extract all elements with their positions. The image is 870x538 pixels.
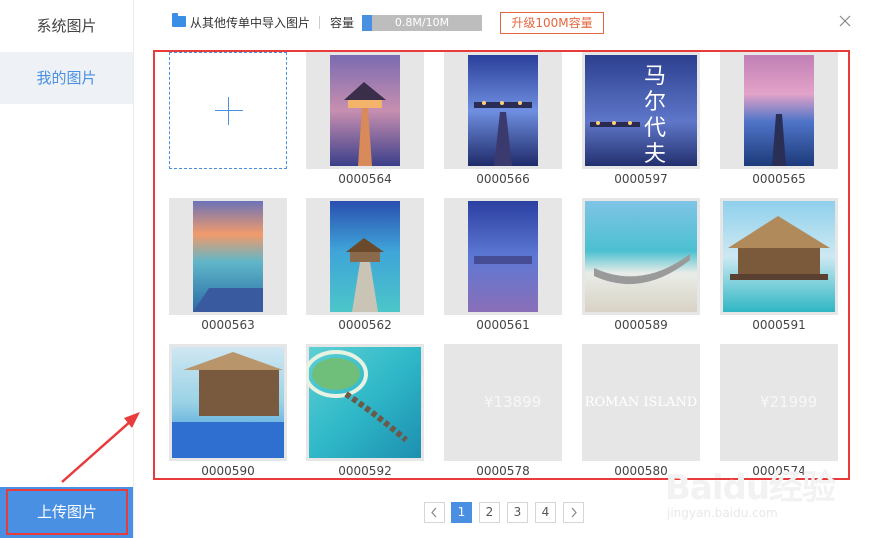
image-label: 0000591 — [752, 318, 806, 332]
plus-icon — [215, 110, 243, 111]
capacity-progress-bar: 0.8M/10M — [362, 15, 482, 31]
image-tile[interactable]: 0000592 — [306, 344, 424, 478]
page-2-button[interactable]: 2 — [479, 502, 500, 523]
image-overlay-text: ¥13899 — [484, 393, 542, 411]
image-label: 0000561 — [476, 318, 530, 332]
image-thumbnail — [582, 198, 700, 315]
image-tile[interactable]: 0000562 — [306, 198, 424, 332]
sidebar: 系统图片 我的图片 — [0, 0, 134, 538]
image-tile[interactable]: 0000561 — [444, 198, 562, 332]
image-thumbnail: 马尔代夫 — [582, 52, 700, 169]
image-overlay-text: ROMAN ISLAND — [584, 395, 698, 410]
image-thumbnail — [169, 198, 287, 315]
chevron-left-icon — [431, 507, 437, 518]
import-from-other-flyers-link[interactable]: 从其他传单中导入图片 — [190, 14, 310, 31]
image-tile[interactable]: 马尔代夫 0000597 — [582, 52, 700, 186]
add-image-tile[interactable] — [169, 52, 287, 169]
image-tile[interactable]: ¥13899 0000578 — [444, 344, 562, 478]
watermark-url: jingyan.baidu.com — [667, 506, 778, 520]
image-thumbnail — [720, 198, 838, 315]
capacity-value: 0.8M/10M — [394, 16, 450, 29]
image-tile[interactable]: ¥21999 0000574 — [720, 344, 838, 478]
image-label: 0000565 — [752, 172, 806, 186]
image-tile[interactable]: 0000590 — [169, 344, 287, 478]
image-tile[interactable]: 0000591 — [720, 198, 838, 332]
upload-image-button[interactable]: 上传图片 — [6, 489, 128, 535]
upgrade-capacity-button[interactable]: 升级100M容量 — [500, 12, 604, 34]
image-tile[interactable]: 0000589 — [582, 198, 700, 332]
image-label: 0000578 — [476, 464, 530, 478]
image-tile[interactable]: ROMAN ISLAND 0000580 — [582, 344, 700, 478]
image-thumbnail — [444, 198, 562, 315]
page-4-button[interactable]: 4 — [535, 502, 556, 523]
image-tile[interactable]: 0000566 — [444, 52, 562, 186]
image-overlay-text: ¥21999 — [760, 393, 818, 411]
page-1-button[interactable]: 1 — [451, 502, 472, 523]
image-thumbnail — [306, 52, 424, 169]
image-tile[interactable]: 0000563 — [169, 198, 287, 332]
sidebar-item-my-images[interactable]: 我的图片 — [0, 52, 133, 104]
image-label: 0000597 — [614, 172, 668, 186]
next-page-button[interactable] — [563, 502, 584, 523]
image-label: 0000592 — [338, 464, 392, 478]
image-thumbnail — [444, 52, 562, 169]
image-label: 0000564 — [338, 172, 392, 186]
chevron-right-icon — [571, 507, 577, 518]
image-tile[interactable]: 0000564 — [306, 52, 424, 186]
image-label: 0000563 — [201, 318, 255, 332]
image-thumbnail — [306, 198, 424, 315]
image-label: 0000566 — [476, 172, 530, 186]
sidebar-item-system-images[interactable]: 系统图片 — [0, 0, 133, 52]
prev-page-button[interactable] — [424, 502, 445, 523]
image-label: 0000589 — [614, 318, 668, 332]
page-3-button[interactable]: 3 — [507, 502, 528, 523]
watermark: Baidu经验 jingyan.baidu.com — [665, 460, 865, 534]
image-thumbnail — [169, 344, 287, 461]
divider — [319, 16, 320, 29]
image-overlay-text: 马尔代夫 — [644, 64, 667, 167]
image-thumbnail — [720, 52, 838, 169]
image-thumbnail — [306, 344, 424, 461]
image-label: 0000562 — [338, 318, 392, 332]
close-icon[interactable] — [838, 14, 852, 28]
capacity-label: 容量 — [330, 16, 355, 30]
folder-icon — [172, 13, 186, 27]
upload-area: 上传图片 — [0, 487, 133, 538]
image-label: 0000590 — [201, 464, 255, 478]
watermark-logo: Baidu经验 — [665, 468, 836, 508]
image-tile[interactable]: 0000565 — [720, 52, 838, 186]
